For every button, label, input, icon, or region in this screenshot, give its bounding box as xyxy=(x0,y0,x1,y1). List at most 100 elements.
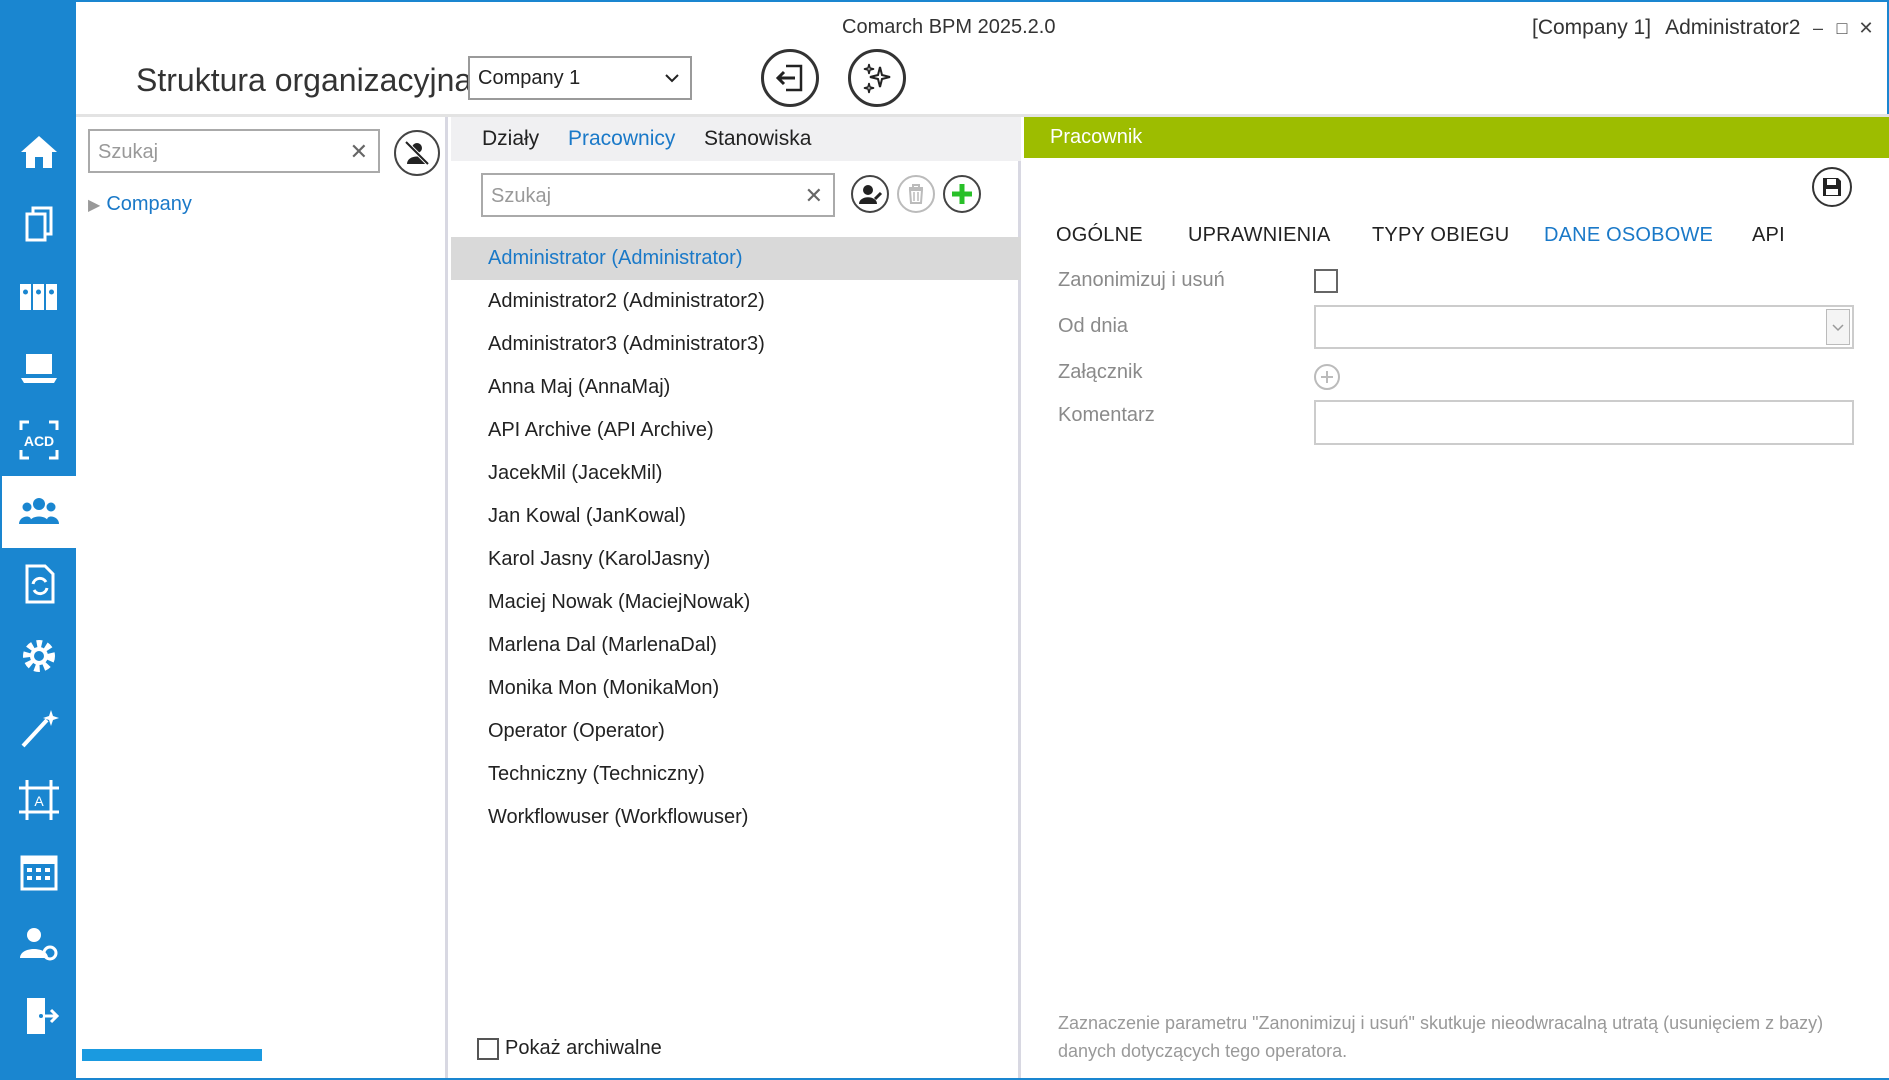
tab-departments[interactable]: Działy xyxy=(482,127,539,151)
tab-employees[interactable]: Pracownicy xyxy=(568,127,675,151)
tree-node-label: Company xyxy=(106,193,192,215)
add-attachment-button[interactable] xyxy=(1314,364,1340,390)
nav-logout[interactable] xyxy=(2,980,76,1052)
comment-input[interactable] xyxy=(1314,400,1854,445)
tree-node-company[interactable]: ▶ Company xyxy=(88,193,192,216)
save-icon xyxy=(1823,178,1841,196)
nav-form-designer[interactable]: A xyxy=(2,764,76,836)
tab-personal-data[interactable]: DANE OSOBOWE xyxy=(1544,224,1713,247)
nav-user-settings[interactable] xyxy=(2,908,76,980)
user-edit-icon xyxy=(859,185,883,204)
logout-icon xyxy=(27,998,60,1034)
tab-permissions[interactable]: UPRAWNIENIA xyxy=(1188,224,1331,247)
list-item[interactable]: API Archive (API Archive) xyxy=(451,409,1021,452)
loading-progress-bar xyxy=(82,1049,262,1061)
maximize-button[interactable]: □ xyxy=(1832,18,1852,39)
documents-icon xyxy=(25,206,53,242)
nav-wizard[interactable] xyxy=(2,692,76,764)
calendar-icon xyxy=(20,855,58,891)
nav-binders[interactable] xyxy=(2,260,76,332)
sparkles-icon xyxy=(863,63,891,94)
list-item[interactable]: Maciej Nowak (MaciejNowak) xyxy=(451,581,1021,624)
settings-gear-icon xyxy=(23,640,55,672)
document-sync-icon xyxy=(25,564,55,604)
show-archived-checkbox[interactable] xyxy=(477,1037,499,1060)
binders-icon xyxy=(20,284,57,310)
comment-label: Komentarz xyxy=(1058,404,1155,426)
list-item[interactable]: Techniczny (Techniczny) xyxy=(451,753,1021,796)
list-item[interactable]: Administrator2 (Administrator2) xyxy=(451,280,1021,323)
employee-detail-pane: Pracownik OGÓLNE UPRAWNIENIA TYPY OBIEGU… xyxy=(1024,117,1889,1078)
acd-icon: ACD xyxy=(19,420,59,460)
add-employee-button[interactable] xyxy=(943,175,981,213)
list-item[interactable]: Jan Kowal (JanKowal) xyxy=(451,495,1021,538)
nav-acd[interactable]: ACD xyxy=(2,404,76,476)
user-crossed-icon xyxy=(404,140,430,166)
tree-search-input[interactable]: Szukaj ✕ xyxy=(88,129,380,173)
list-item[interactable]: Karol Jasny (KarolJasny) xyxy=(451,538,1021,581)
user-name: Administrator2 xyxy=(1665,16,1801,39)
nav-users[interactable] xyxy=(2,476,76,548)
show-archived-toggle[interactable]: Pokaż archiwalne xyxy=(477,1037,662,1060)
employee-search-input[interactable]: Szukaj ✕ xyxy=(481,173,835,217)
list-item[interactable]: Administrator (Administrator) xyxy=(451,237,1021,280)
svg-text:A: A xyxy=(34,793,44,809)
back-arrow-icon xyxy=(775,64,803,92)
tab-api[interactable]: API xyxy=(1752,224,1785,247)
nav-document-sync[interactable] xyxy=(2,548,76,620)
anonymize-label: Zanonimizuj i usuń xyxy=(1058,269,1225,291)
anonymize-note: Zaznaczenie parametru "Zanonimizuj i usu… xyxy=(1058,1013,1824,1061)
tree-search-placeholder: Szukaj xyxy=(98,141,159,163)
clear-icon[interactable]: ✕ xyxy=(805,183,823,209)
delete-button[interactable] xyxy=(897,175,935,213)
nav-home[interactable] xyxy=(2,116,76,188)
nav-calendar[interactable] xyxy=(2,836,76,908)
main-nav: ACD A xyxy=(2,2,76,1078)
nav-workstation[interactable] xyxy=(2,332,76,404)
save-button[interactable] xyxy=(1812,167,1852,207)
page-title: Struktura organizacyjna xyxy=(136,62,473,98)
clear-icon[interactable]: ✕ xyxy=(350,139,368,165)
plus-icon xyxy=(952,184,972,204)
svg-text:ACD: ACD xyxy=(24,433,54,449)
nav-settings[interactable] xyxy=(2,620,76,692)
company-select[interactable]: Company 1 xyxy=(468,56,692,100)
back-button[interactable] xyxy=(761,49,819,107)
list-item[interactable]: JacekMil (JacekMil) xyxy=(451,452,1021,495)
structure-tree-pane: Szukaj ✕ ▶ Company xyxy=(76,117,448,1078)
tab-positions[interactable]: Stanowiska xyxy=(704,127,811,151)
tab-general[interactable]: OGÓLNE xyxy=(1056,224,1143,247)
company-select-value: Company 1 xyxy=(478,67,581,89)
list-item[interactable]: Administrator3 (Administrator3) xyxy=(451,323,1021,366)
close-button[interactable]: ✕ xyxy=(1856,18,1876,39)
chevron-down-icon xyxy=(1832,324,1844,332)
list-item[interactable]: Monika Mon (MonikaMon) xyxy=(451,667,1021,710)
detail-header: Pracownik xyxy=(1024,117,1889,158)
window-title: Comarch BPM 2025.2.0 xyxy=(842,16,1056,38)
show-archived-label: Pokaż archiwalne xyxy=(505,1037,662,1059)
trash-icon xyxy=(908,184,924,204)
list-item[interactable]: Workflowuser (Workflowuser) xyxy=(451,796,1021,839)
magic-wand-icon xyxy=(21,710,59,748)
tree-expand-icon[interactable]: ▶ xyxy=(88,195,100,215)
list-item[interactable]: Marlena Dal (MarlenaDal) xyxy=(451,624,1021,667)
list-item[interactable]: Operator (Operator) xyxy=(451,710,1021,753)
hide-users-button[interactable] xyxy=(394,130,440,176)
laptop-icon xyxy=(21,354,57,383)
anonymize-checkbox[interactable] xyxy=(1314,269,1338,293)
date-dropdown-button[interactable] xyxy=(1826,309,1850,345)
employees-tabs: Działy Pracownicy Stanowiska xyxy=(451,117,1021,161)
minimize-button[interactable]: – xyxy=(1808,18,1828,39)
company-tag: [Company 1] xyxy=(1532,16,1652,39)
from-date-label: Od dnia xyxy=(1058,315,1129,337)
nav-documents[interactable] xyxy=(2,188,76,260)
tab-workflow-types[interactable]: TYPY OBIEGU xyxy=(1372,224,1509,247)
user-settings-icon xyxy=(20,928,58,961)
employee-search-placeholder: Szukaj xyxy=(491,185,552,207)
magic-button[interactable] xyxy=(848,49,906,107)
employee-photo-button[interactable] xyxy=(851,175,889,213)
from-date-picker[interactable] xyxy=(1314,305,1854,349)
users-icon xyxy=(19,498,59,524)
list-item[interactable]: Anna Maj (AnnaMaj) xyxy=(451,366,1021,409)
app-window: ACD A Comarch BPM 2025.2.0 [Company 1] Ad… xyxy=(0,0,1889,1080)
